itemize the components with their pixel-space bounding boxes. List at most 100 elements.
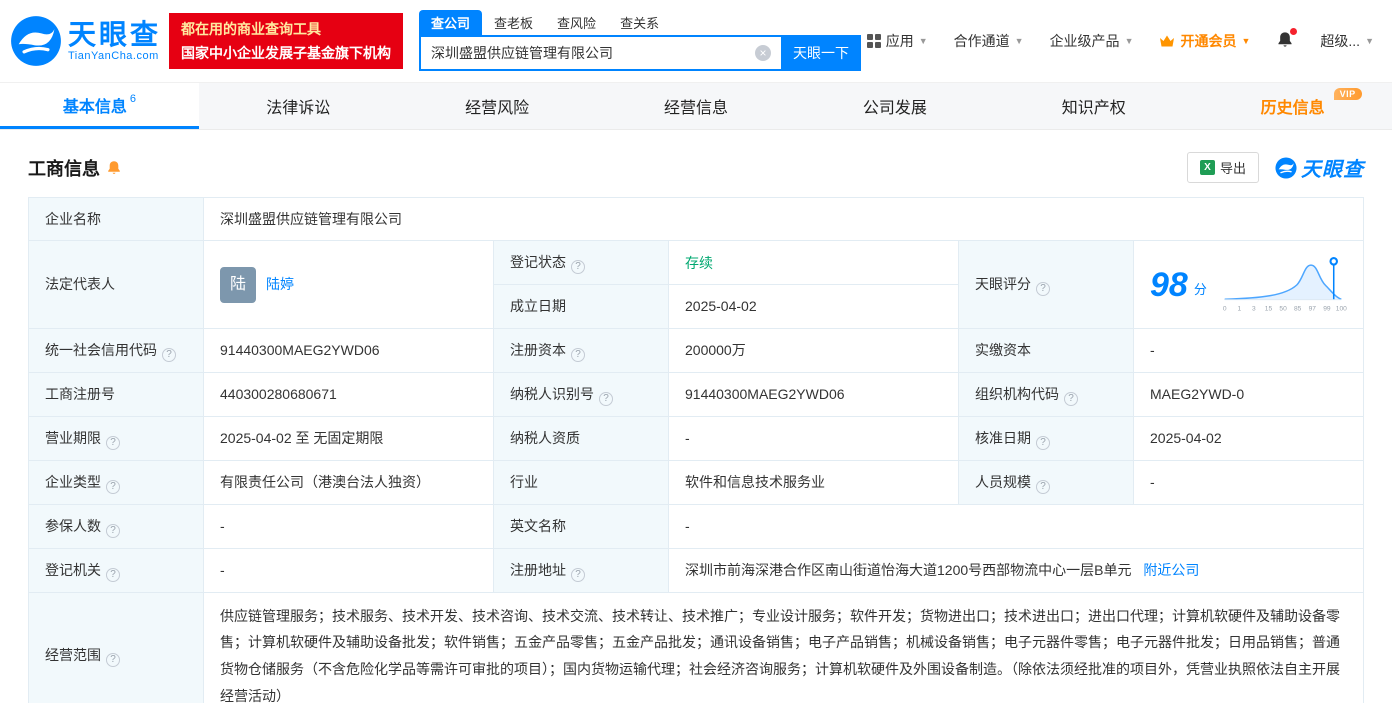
export-button[interactable]: X 导出 xyxy=(1186,152,1259,183)
nav-enterprise-label: 企业级产品 xyxy=(1049,33,1120,49)
value-reg-address: 深圳市前海深港合作区南山街道怡海大道1200号西部物流中心一层B单元 附近公司 xyxy=(668,547,1364,593)
label-business-term-text: 营业期限 xyxy=(45,429,101,446)
info-icon[interactable]: ? xyxy=(106,435,120,450)
label-reg-capital-text: 注册资本 xyxy=(510,341,566,358)
label-reg-address: 注册地址? xyxy=(493,547,669,593)
tab-company-development-label: 公司发展 xyxy=(862,100,927,117)
value-business-scope: 供应链管理服务；技术服务、技术开发、技术咨询、技术交流、技术转让、技术推广；专业… xyxy=(203,591,1364,703)
value-reg-status: 存续 xyxy=(668,240,959,286)
search-tab-boss[interactable]: 查老板 xyxy=(482,10,545,35)
label-company-type: 企业类型? xyxy=(28,459,204,505)
tab-operating-risk[interactable]: 经营风险 xyxy=(398,83,597,129)
label-reg-status: 登记状态? xyxy=(493,240,669,286)
score-number: 98 xyxy=(1150,265,1188,304)
svg-text:97: 97 xyxy=(1309,305,1317,312)
user-name: 超级... xyxy=(1320,33,1361,49)
info-icon[interactable]: ? xyxy=(571,347,585,362)
crown-icon xyxy=(1160,35,1175,47)
label-score: 天眼评分? xyxy=(958,240,1134,329)
info-icon[interactable]: ? xyxy=(599,391,613,406)
label-org-code-text: 组织机构代码 xyxy=(975,385,1059,402)
label-reg-authority: 登记机关? xyxy=(28,547,204,593)
label-business-scope: 经营范围? xyxy=(28,591,204,703)
value-english-name: - xyxy=(668,503,1364,549)
info-icon[interactable]: ? xyxy=(1036,435,1050,450)
notification-bell[interactable] xyxy=(1276,27,1298,52)
nav-apps-label: 应用 xyxy=(885,33,914,49)
notification-dot xyxy=(1290,27,1298,35)
logo-title: 天眼查 xyxy=(68,18,162,50)
label-credit-code-text: 统一社会信用代码 xyxy=(45,341,157,358)
label-approval-date: 核准日期? xyxy=(958,415,1134,461)
label-est-date: 成立日期 xyxy=(493,284,669,329)
search-tabs: 查公司 查老板 查风险 查关系 xyxy=(419,10,861,35)
vip-badge: VIP xyxy=(1333,88,1362,100)
search-tab-relation[interactable]: 查关系 xyxy=(608,10,671,35)
top-header: 天眼查 TianYanCha.com 都在用的商业查询工具 国家中小企业发展子基… xyxy=(0,0,1392,82)
table-row: 企业类型? 有限责任公司（港澳台法人独资） 行业 软件和信息技术服务业 人员规模… xyxy=(28,459,1364,505)
nav-apps[interactable]: 应用 ▼ xyxy=(866,31,928,51)
tab-intellectual-property[interactable]: 知识产权 xyxy=(994,83,1193,129)
value-taxpayer-quality: - xyxy=(668,415,959,461)
value-reg-capital: 200000万 xyxy=(668,327,959,373)
excel-icon: X xyxy=(1199,160,1215,175)
section-title: 工商信息 xyxy=(28,155,122,181)
nav-open-vip-label: 开通会员 xyxy=(1180,33,1237,49)
value-legal-rep: 陆 陆婷 xyxy=(203,240,494,329)
search-input[interactable] xyxy=(421,37,782,69)
label-business-scope-text: 经营范围 xyxy=(45,647,101,664)
label-paid-capital: 实缴资本 xyxy=(958,327,1134,373)
label-business-term: 营业期限? xyxy=(28,415,204,461)
nav-enterprise[interactable]: 企业级产品 ▼ xyxy=(1050,31,1134,51)
svg-text:3: 3 xyxy=(1252,305,1256,312)
label-insured-text: 参保人数 xyxy=(45,517,101,534)
clear-search-icon[interactable]: × xyxy=(755,45,772,61)
tab-basic-info-label: 基本信息 xyxy=(62,98,127,116)
business-info-table: 企业名称 深圳盛盟供应链管理有限公司 法定代表人 陆 陆婷 登记状态? 存续 天… xyxy=(28,196,1364,703)
label-credit-code: 统一社会信用代码? xyxy=(28,327,204,373)
subscribe-bell-icon[interactable] xyxy=(106,160,122,176)
nearby-company-link[interactable]: 附近公司 xyxy=(1143,562,1199,578)
info-icon[interactable]: ? xyxy=(106,567,120,582)
info-icon[interactable]: ? xyxy=(571,260,585,275)
info-icon[interactable]: ? xyxy=(106,653,120,668)
info-icon[interactable]: ? xyxy=(106,479,120,494)
tab-basic-info[interactable]: 基本信息 6 xyxy=(0,83,199,129)
nav-cooperation[interactable]: 合作通道 ▼ xyxy=(954,31,1024,51)
search-tab-risk[interactable]: 查风险 xyxy=(545,10,608,35)
nav-open-vip[interactable]: 开通会员 ▼ xyxy=(1159,31,1250,51)
info-icon[interactable]: ? xyxy=(162,347,176,362)
value-company-name: 深圳盛盟供应链管理有限公司 xyxy=(203,196,1364,242)
info-icon[interactable]: ? xyxy=(1036,479,1050,494)
info-icon[interactable]: ? xyxy=(571,567,585,582)
table-row: 法定代表人 陆 陆婷 登记状态? 存续 天眼评分? 98 分 0 1 3 15 … xyxy=(28,240,1364,329)
svg-text:85: 85 xyxy=(1294,305,1302,312)
tab-operating-risk-label: 经营风险 xyxy=(465,100,530,117)
search-button[interactable]: 天眼一下 xyxy=(781,35,862,71)
legal-rep-link[interactable]: 陆婷 xyxy=(266,273,294,295)
label-org-code: 组织机构代码? xyxy=(958,371,1134,417)
tab-basic-info-count: 6 xyxy=(129,92,136,105)
info-icon[interactable]: ? xyxy=(106,523,120,538)
label-staff-size: 人员规模? xyxy=(958,459,1134,505)
value-company-type: 有限责任公司（港澳台法人独资） xyxy=(203,459,494,505)
company-tabs: 基本信息 6 法律诉讼 经营风险 经营信息 公司发展 知识产权 历史信息 VIP xyxy=(0,82,1392,130)
section-header: 工商信息 X 导出 天眼查 xyxy=(28,152,1364,183)
chevron-down-icon: ▼ xyxy=(918,36,928,46)
search-tab-company[interactable]: 查公司 xyxy=(419,10,483,35)
label-approval-date-text: 核准日期 xyxy=(975,429,1031,446)
info-icon[interactable]: ? xyxy=(1064,391,1078,406)
legal-rep-avatar[interactable]: 陆 xyxy=(220,266,256,303)
user-menu[interactable]: 超级... ▼ xyxy=(1320,31,1374,51)
search-box: × xyxy=(419,35,782,71)
tianyancha-logo[interactable]: 天眼查 TianYanCha.com xyxy=(10,15,161,67)
tab-operating-info[interactable]: 经营信息 xyxy=(597,83,796,129)
label-insured: 参保人数? xyxy=(28,503,204,549)
svg-text:1: 1 xyxy=(1237,305,1241,312)
tab-history-info[interactable]: 历史信息 VIP xyxy=(1193,83,1392,129)
tab-company-development[interactable]: 公司发展 xyxy=(795,83,994,129)
tab-legal-proceedings[interactable]: 法律诉讼 xyxy=(199,83,398,129)
value-credit-code: 91440300MAEG2YWD06 xyxy=(203,327,494,373)
info-icon[interactable]: ? xyxy=(1036,282,1050,297)
value-reg-number: 440300280680671 xyxy=(203,371,494,417)
